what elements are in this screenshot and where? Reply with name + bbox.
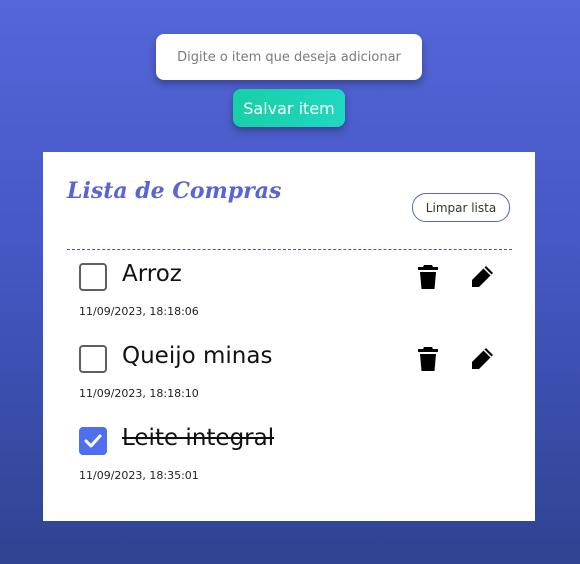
item-input[interactable]: [167, 48, 411, 66]
trash-icon[interactable]: [414, 263, 442, 291]
save-item-button[interactable]: Salvar item: [233, 89, 345, 127]
item-checkbox[interactable]: [79, 345, 107, 373]
trash-icon[interactable]: [414, 345, 442, 373]
list-item: Arroz 11/09/2023, 18:18:06: [79, 261, 499, 323]
item-name: Arroz: [122, 261, 182, 287]
item-timestamp: 11/09/2023, 18:18:06: [79, 305, 199, 318]
list-item: Queijo minas 11/09/2023, 18:18:10: [79, 343, 499, 405]
check-icon: [84, 434, 102, 448]
item-input-container[interactable]: [156, 34, 422, 80]
list-item: Leite integral 11/09/2023, 18:35:01: [79, 425, 499, 487]
shopping-list-card: Lista de Compras Limpar lista Arroz 11/0…: [43, 152, 535, 521]
pencil-icon[interactable]: [468, 263, 496, 291]
pencil-icon[interactable]: [468, 345, 496, 373]
divider: [67, 249, 512, 250]
item-checkbox[interactable]: [79, 263, 107, 291]
item-timestamp: 11/09/2023, 18:35:01: [79, 469, 199, 482]
item-name: Leite integral: [122, 425, 275, 451]
list-title: Lista de Compras: [67, 178, 282, 204]
item-checkbox[interactable]: [79, 427, 107, 455]
item-name: Queijo minas: [122, 343, 273, 369]
clear-list-button[interactable]: Limpar lista: [412, 193, 510, 222]
item-timestamp: 11/09/2023, 18:18:10: [79, 387, 199, 400]
